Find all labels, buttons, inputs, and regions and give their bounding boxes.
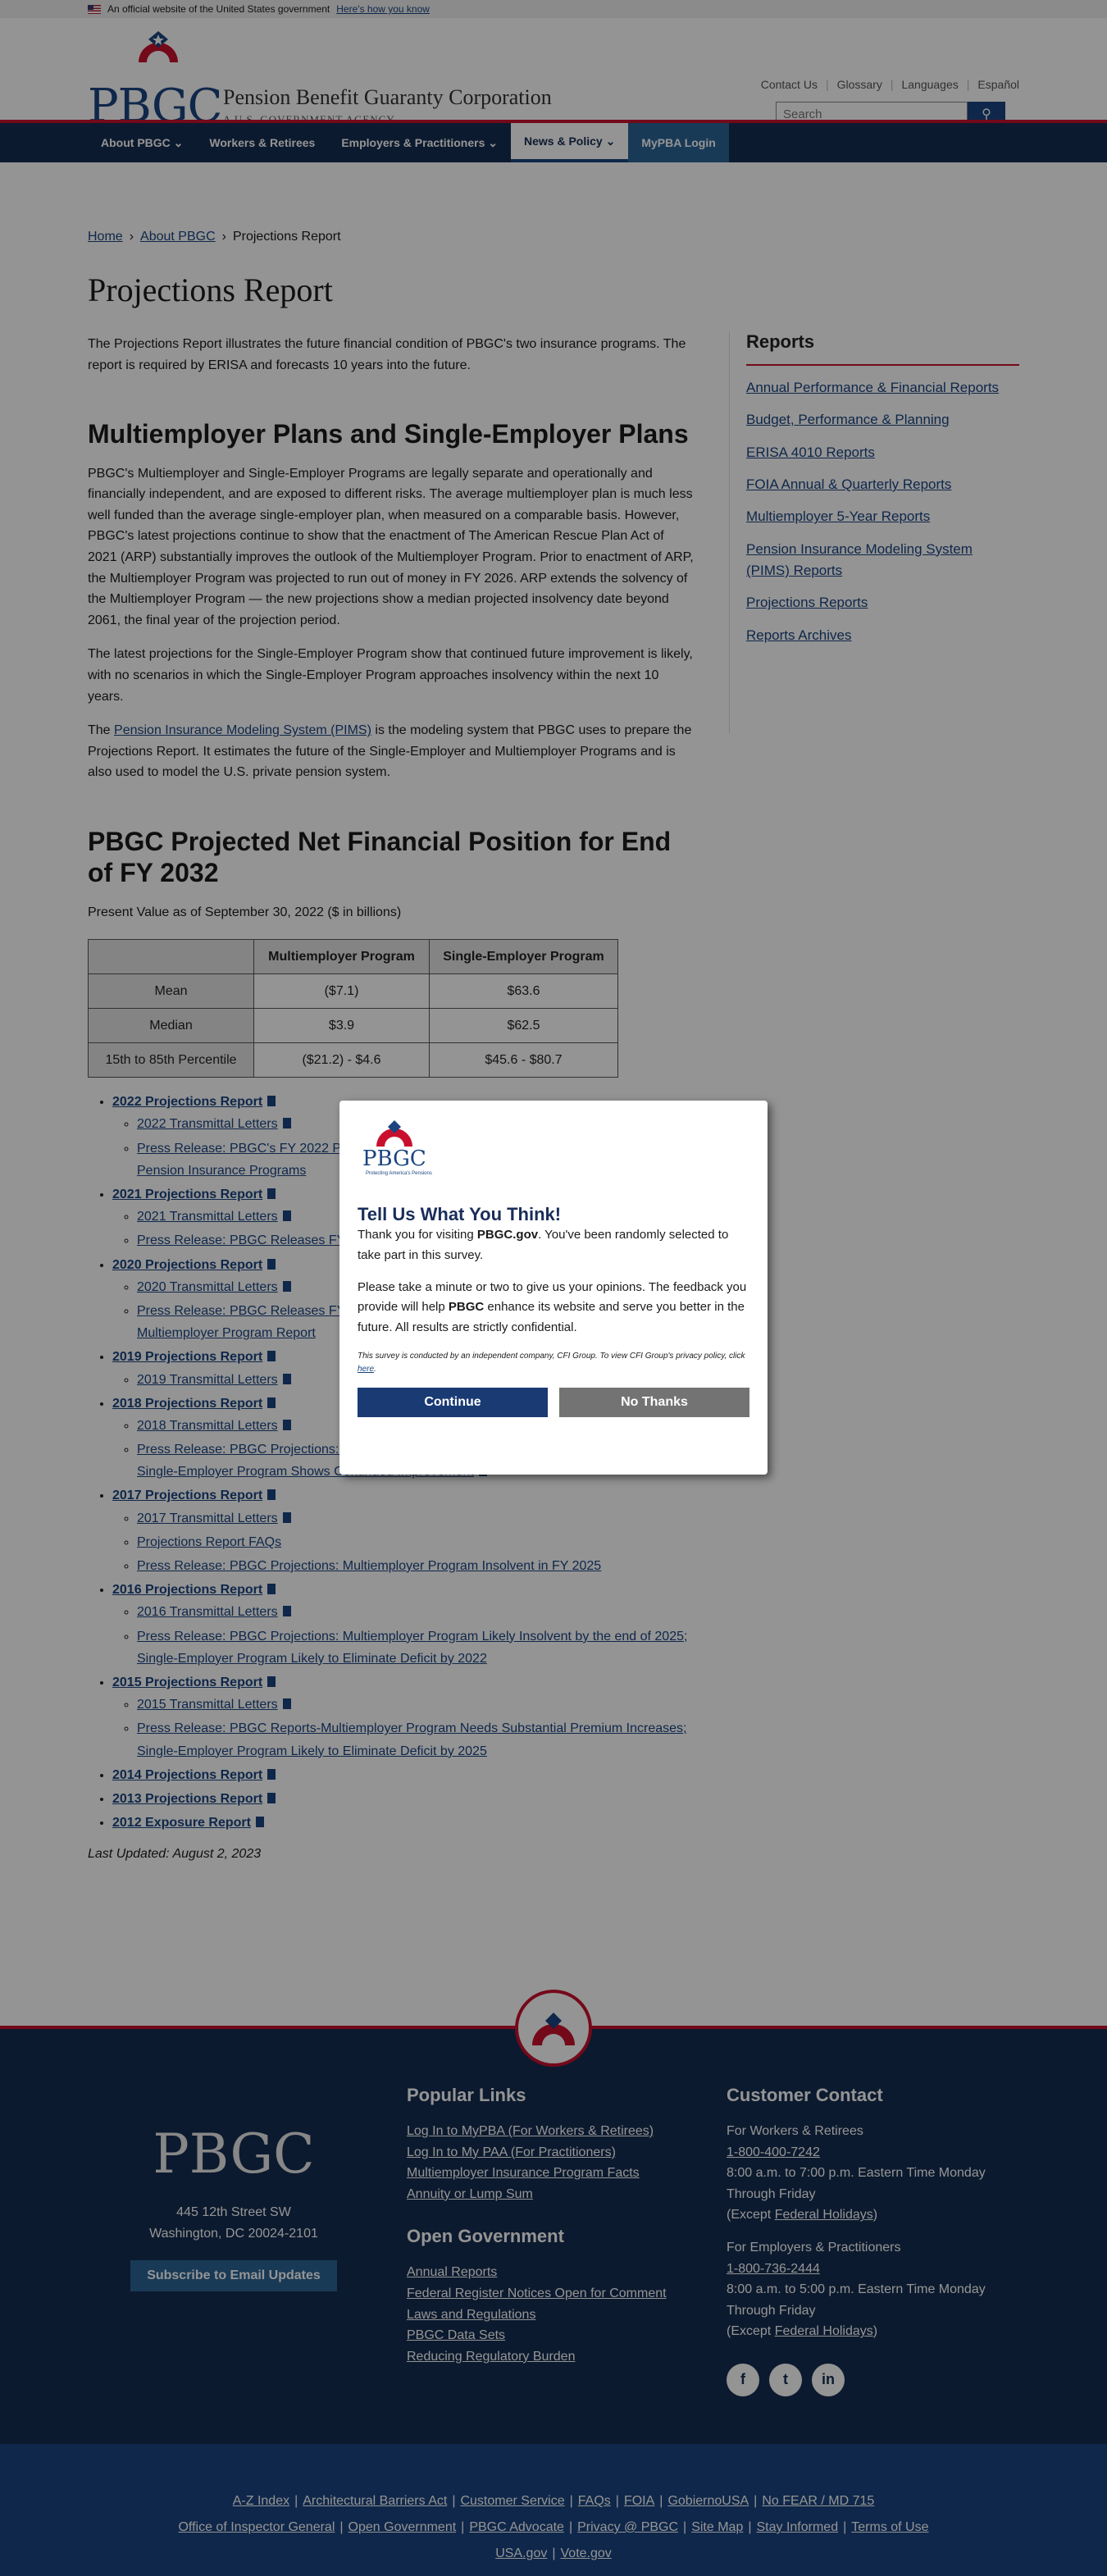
modal-p2: Please take a minute or two to give us y… bbox=[358, 1279, 747, 1335]
modal-logo: PBGC Protecting America's Pensions bbox=[358, 1119, 448, 1179]
modal-logo-text: PBGC bbox=[362, 1147, 426, 1171]
modal-disclaimer: This survey is conducted by an independe… bbox=[358, 1351, 745, 1374]
pbgc-emblem-icon bbox=[376, 1120, 412, 1147]
privacy-policy-link[interactable]: here bbox=[358, 1365, 374, 1374]
survey-modal: PBGC Protecting America's Pensions Tell … bbox=[339, 1101, 768, 1475]
modal-p1: Thank you for visiting PBGC.gov. You've … bbox=[358, 1228, 729, 1262]
no-thanks-button[interactable]: No Thanks bbox=[559, 1387, 749, 1417]
modal-logo-tagline: Protecting America's Pensions bbox=[366, 1171, 432, 1176]
continue-button[interactable]: Continue bbox=[358, 1387, 548, 1417]
modal-title: Tell Us What You Think! bbox=[358, 1204, 562, 1224]
